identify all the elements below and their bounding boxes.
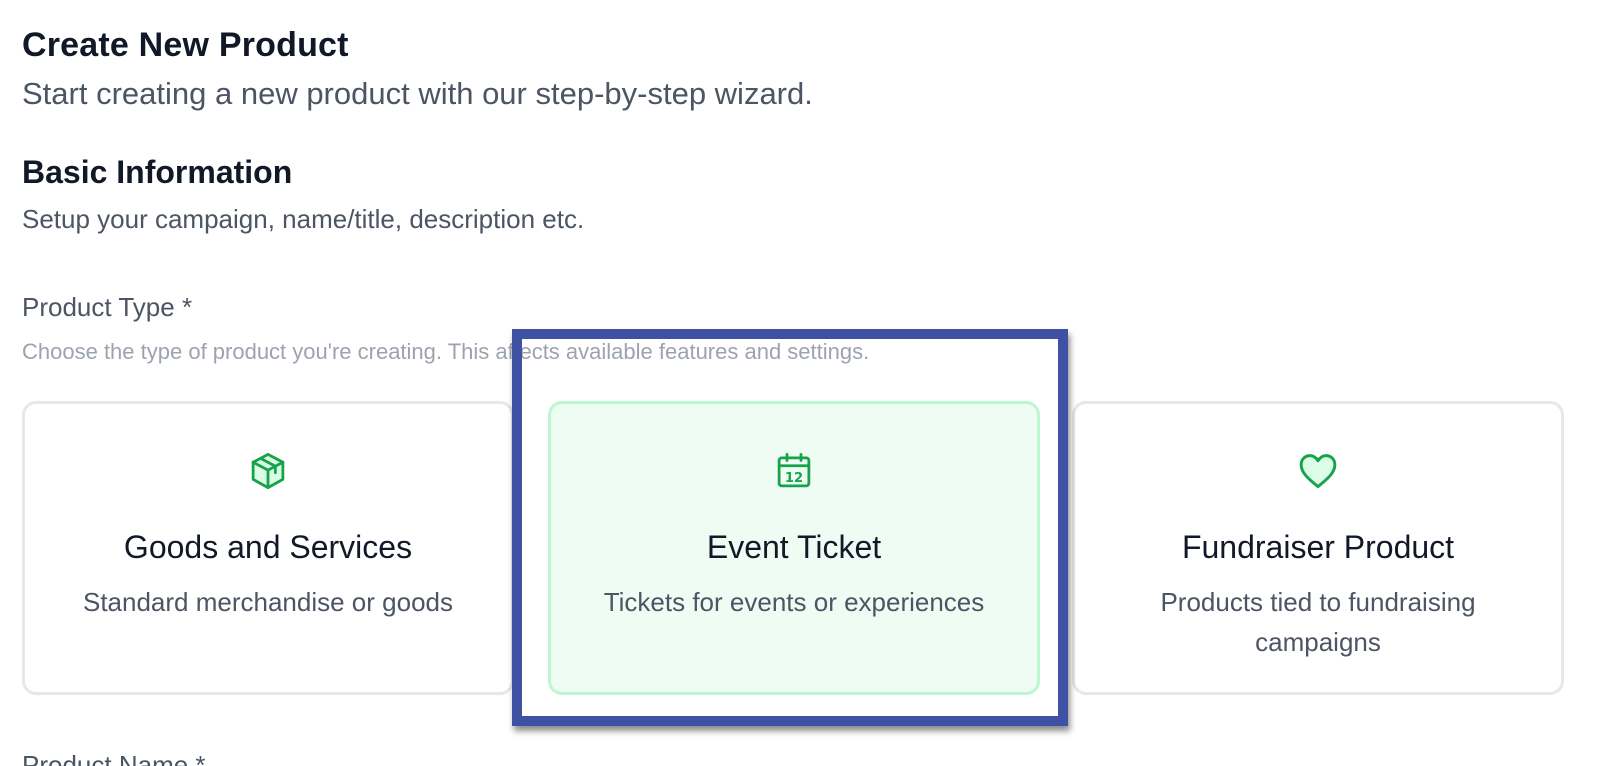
page-title: Create New Product (22, 26, 349, 64)
package-icon (246, 449, 290, 493)
svg-text:12: 12 (785, 471, 803, 486)
card-title: Fundraiser Product (1181, 529, 1455, 565)
product-type-card-event-ticket[interactable]: 12 Event Ticket Tickets for events or ex… (548, 401, 1040, 695)
card-title: Goods and Services (123, 529, 413, 565)
heart-icon (1296, 449, 1340, 493)
product-type-hint: Choose the type of product you're creati… (22, 339, 870, 364)
section-title: Basic Information (22, 154, 293, 190)
card-description: Standard merchandise or goods (82, 587, 453, 617)
calendar-icon: 12 (772, 449, 816, 493)
product-type-label: Product Type * (22, 292, 193, 322)
product-type-card-goods[interactable]: Goods and Services Standard merchandise … (22, 401, 514, 695)
card-description: Products tied to fundraising campaigns (1160, 587, 1476, 657)
section-description: Setup your campaign, name/title, descrip… (22, 204, 585, 234)
page-subtitle: Start creating a new product with our st… (22, 76, 813, 111)
card-description: Tickets for events or experiences (603, 587, 985, 617)
product-name-label: Product Name * (22, 750, 206, 766)
product-type-card-fundraiser[interactable]: Fundraiser Product Products tied to fund… (1072, 401, 1564, 695)
card-title: Event Ticket (706, 529, 882, 565)
